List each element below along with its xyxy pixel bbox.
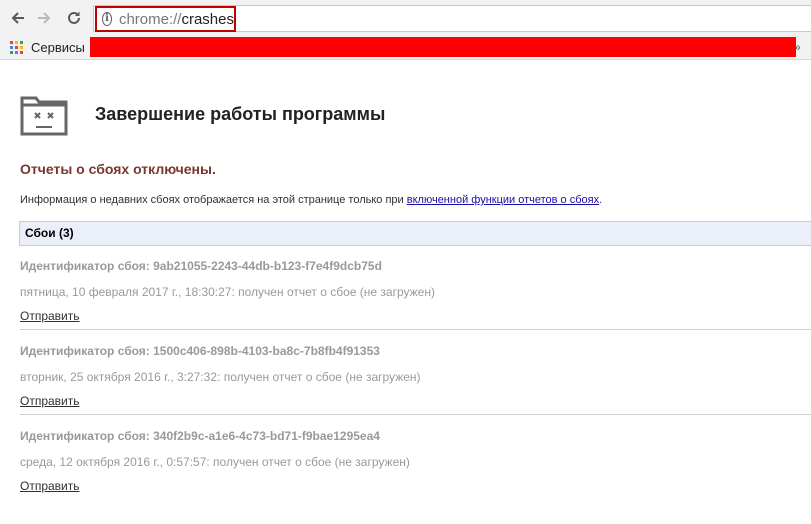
crashes-section-header: Сбои (3) <box>19 221 811 246</box>
crash-reporting-disabled-heading: Отчеты о сбоях отключены. <box>20 161 216 177</box>
info-icon[interactable]: i <box>102 12 112 26</box>
page-title: Завершение работы программы <box>95 104 386 124</box>
apps-dot <box>10 46 13 49</box>
apps-dot <box>15 51 18 54</box>
address-bar-highlight[interactable]: i chrome://crashes <box>95 6 236 32</box>
apps-grid-icon[interactable] <box>10 41 24 55</box>
info-text-prefix: Информация о недавних сбоях отображается… <box>20 194 407 206</box>
apps-dot <box>20 41 23 44</box>
send-report-link[interactable]: Отправить <box>20 394 80 408</box>
send-report-link[interactable]: Отправить <box>20 479 80 493</box>
crash-timestamp: среда, 12 октября 2016 г., 0:57:57: полу… <box>20 455 410 469</box>
apps-dot <box>10 41 13 44</box>
bookmarks-overflow-chevron[interactable]: » <box>794 40 801 54</box>
apps-dot <box>15 41 18 44</box>
crash-timestamp: пятница, 10 февраля 2017 г., 18:30:27: п… <box>20 285 435 299</box>
apps-dot <box>20 51 23 54</box>
url-text[interactable]: chrome://crashes <box>119 11 234 28</box>
divider <box>20 329 811 330</box>
apps-dot <box>15 46 18 49</box>
url-scheme: chrome:// <box>118 10 182 28</box>
back-button[interactable] <box>6 6 30 30</box>
crash-id: Идентификатор сбоя: 340f2b9c-a1e6-4c73-b… <box>20 429 380 443</box>
url-path: crashes <box>181 10 234 28</box>
redacted-bookmarks <box>90 37 796 57</box>
send-report-link[interactable]: Отправить <box>20 309 80 323</box>
info-text-suffix: . <box>599 194 603 206</box>
crash-timestamp: вторник, 25 октября 2016 г., 3:27:32: по… <box>20 370 421 384</box>
bookmark-services[interactable]: Сервисы <box>31 40 85 55</box>
sad-folder-icon <box>20 96 68 136</box>
info-text: Информация о недавних сбоях отображается… <box>20 194 602 206</box>
forward-button[interactable] <box>32 6 56 30</box>
crash-id: Идентификатор сбоя: 9ab21055-2243-44db-b… <box>20 259 382 273</box>
apps-dot <box>20 46 23 49</box>
apps-dot <box>10 51 13 54</box>
crash-id: Идентификатор сбоя: 1500c406-898b-4103-b… <box>20 344 380 358</box>
divider <box>20 414 811 415</box>
reload-icon <box>68 11 80 24</box>
back-arrow-icon <box>11 12 24 24</box>
reload-button[interactable] <box>62 6 86 30</box>
enable-crash-reporting-link[interactable]: включенной функции отчетов о сбоях <box>407 194 599 206</box>
forward-arrow-icon <box>38 12 51 24</box>
